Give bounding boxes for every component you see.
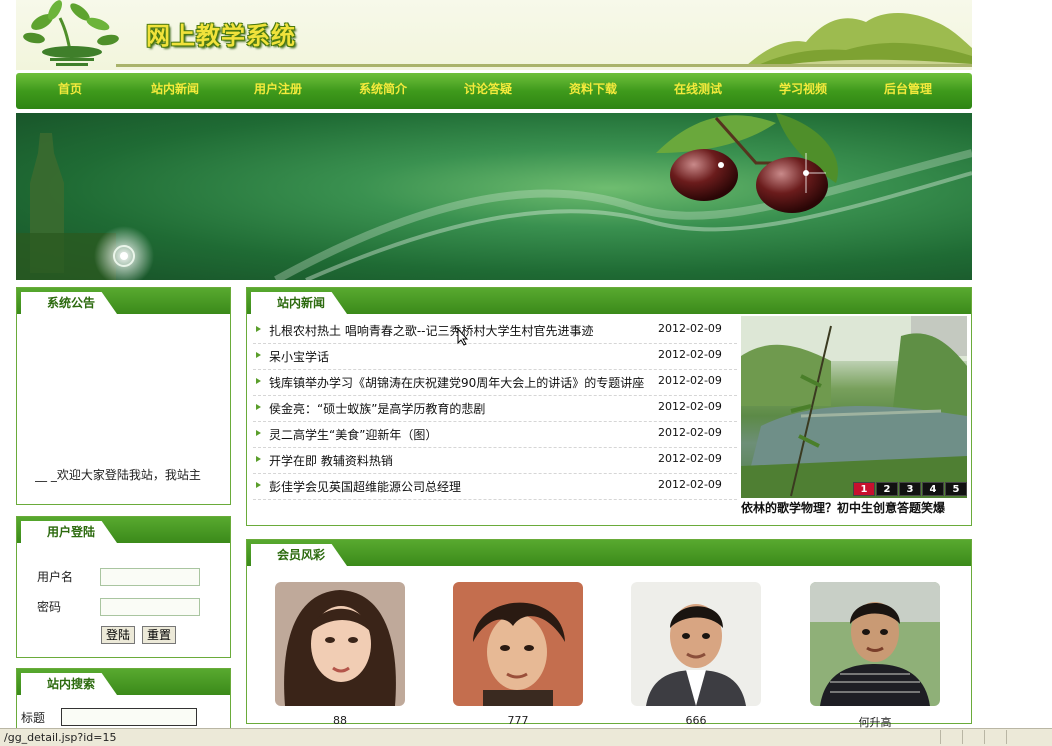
member-photo[interactable] (453, 582, 583, 706)
slide-num-button[interactable]: 1 (853, 482, 875, 496)
slide-num-button[interactable]: 5 (945, 482, 967, 496)
slide-num-button[interactable]: 2 (876, 482, 898, 496)
right-margin (972, 0, 1052, 728)
member-name[interactable]: 88 (275, 714, 405, 727)
search-title-label: 标题 (21, 711, 46, 725)
bullet-icon (256, 482, 261, 488)
member-photo[interactable] (631, 582, 761, 706)
news-row[interactable]: 侯金亮：“硕士蚁族”是高学历教育的悲剧 2012-02-09 (253, 395, 737, 422)
site-title: 网上教学系统 (146, 22, 296, 50)
news-row[interactable]: 呆小宝学话 2012-02-09 (253, 343, 737, 370)
news-title[interactable]: 钱库镇举办学习《胡锦涛在庆祝建党90周年大会上的讲话》的专题讲座 (269, 374, 644, 391)
username-input[interactable] (100, 568, 200, 586)
news-row[interactable]: 彭佳学会见英国超维能源公司总经理 2012-02-09 (253, 473, 737, 500)
username-label: 用户名 (37, 570, 74, 584)
news-row[interactable]: 开学在即 教辅资料热销 2012-02-09 (253, 447, 737, 474)
news-title[interactable]: 扎根农村热土 唱响青春之歌--记三秀桥村大学生村官先进事迹 (269, 322, 593, 339)
tree-logo-icon (23, 0, 119, 66)
bullet-icon (256, 326, 261, 332)
slide-num-button[interactable]: 4 (922, 482, 944, 496)
bullet-icon (256, 456, 261, 462)
members-heading: 会员风彩 (251, 544, 348, 566)
nav-about[interactable]: 系统简介 (330, 73, 436, 109)
news-title[interactable]: 彭佳学会见英国超维能源公司总经理 (269, 478, 461, 495)
news-date: 2012-02-09 (658, 426, 722, 439)
news-date: 2012-02-09 (658, 452, 722, 465)
news-title[interactable]: 呆小宝学话 (269, 348, 329, 365)
news-row[interactable]: 灵二高学生“美食”迎新年（图） 2012-02-09 (253, 421, 737, 448)
mouse-cursor-icon (457, 328, 469, 346)
main-nav: 首页 站内新闻 用户注册 系统简介 讨论答疑 资料下载 在线测试 学习视频 后台… (16, 73, 972, 109)
news-date: 2012-02-09 (658, 322, 722, 335)
nav-downloads[interactable]: 资料下载 (540, 73, 646, 109)
news-date: 2012-02-09 (658, 400, 722, 413)
password-label: 密码 (37, 600, 62, 614)
nav-admin[interactable]: 后台管理 (855, 73, 961, 109)
notice-box: 系统公告 __ _欢迎大家登陆我站，我站主 (16, 287, 231, 505)
nav-video[interactable]: 学习视频 (750, 73, 856, 109)
news-date: 2012-02-09 (658, 374, 722, 387)
notice-text[interactable]: __ _欢迎大家登陆我站，我站主 (35, 466, 225, 483)
hills-decoration (746, 12, 972, 66)
members-box: 会员风彩 88 777 666 何升高 (246, 539, 972, 729)
member-photo[interactable] (810, 582, 940, 706)
bullet-icon (256, 430, 261, 436)
login-box: 用户登陆 用户名 密码 登陆 重置 (16, 516, 231, 658)
nav-news[interactable]: 站内新闻 (122, 73, 228, 109)
login-heading: 用户登陆 (21, 521, 118, 543)
status-bar: /gg_detail.jsp?id=15 (0, 728, 1052, 746)
news-row[interactable]: 扎根农村热土 唱响青春之歌--记三秀桥村大学生村官先进事迹 2012-02-09 (253, 317, 737, 344)
news-date: 2012-02-09 (658, 348, 722, 361)
status-segment (984, 730, 1007, 744)
news-title[interactable]: 灵二高学生“美食”迎新年（图） (269, 426, 437, 443)
status-segment (1006, 730, 1029, 744)
bullet-icon (256, 404, 261, 410)
reset-button[interactable]: 重置 (142, 626, 177, 644)
page: 网上教学系统 首页 站内新闻 用户注册 系统简介 讨论答疑 资料下载 在线测试 … (16, 0, 972, 729)
search-title-input[interactable] (61, 708, 197, 726)
bullet-icon (256, 378, 261, 384)
nav-discussion[interactable]: 讨论答疑 (435, 73, 541, 109)
member-name[interactable]: 777 (453, 714, 583, 727)
status-url: /gg_detail.jsp?id=15 (4, 731, 117, 744)
news-date: 2012-02-09 (658, 478, 722, 491)
news-heading: 站内新闻 (251, 292, 348, 314)
member-photo[interactable] (275, 582, 405, 706)
status-segment (962, 730, 985, 744)
slide-caption[interactable]: 依林的歌学物理？初中生创意答题笑爆 (741, 499, 967, 516)
bullet-icon (256, 352, 261, 358)
search-heading: 站内搜索 (21, 673, 118, 695)
nav-test[interactable]: 在线测试 (645, 73, 751, 109)
nav-home[interactable]: 首页 (17, 73, 123, 109)
news-title[interactable]: 侯金亮：“硕士蚁族”是高学历教育的悲剧 (269, 400, 485, 417)
news-row[interactable]: 钱库镇举办学习《胡锦涛在庆祝建党90周年大会上的讲话》的专题讲座 2012-02… (253, 369, 737, 396)
slide-num-button[interactable]: 3 (899, 482, 921, 496)
header-divider (116, 64, 972, 67)
member-name[interactable]: 666 (631, 714, 761, 727)
news-box: 站内新闻 扎根农村热土 唱响青春之歌--记三秀桥村大学生村官先进事迹 2012-… (246, 287, 972, 526)
news-slideshow-image[interactable]: 1 2 3 4 5 (741, 316, 967, 498)
login-button[interactable]: 登陆 (101, 626, 136, 644)
password-input[interactable] (100, 598, 200, 616)
nav-register[interactable]: 用户注册 (225, 73, 331, 109)
status-segment (940, 730, 963, 744)
news-title[interactable]: 开学在即 教辅资料热销 (269, 452, 393, 469)
banner-image (16, 113, 972, 280)
notice-heading: 系统公告 (21, 292, 118, 314)
header: 网上教学系统 (16, 0, 972, 70)
search-box: 站内搜索 标题 (16, 668, 231, 729)
